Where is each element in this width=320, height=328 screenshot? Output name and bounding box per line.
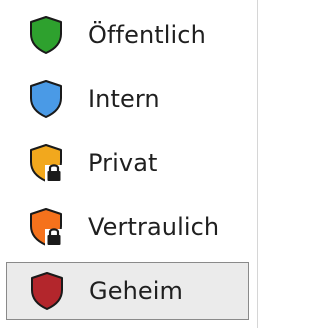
menu-item-label: Privat (88, 149, 158, 177)
shield-lock-orange-icon (28, 143, 64, 183)
menu-item-geheim[interactable]: Geheim (6, 262, 249, 320)
shield-lock-deep-orange-icon (28, 207, 64, 247)
shield-red-icon (29, 271, 65, 311)
menu-item-vertraulich[interactable]: Vertraulich (6, 198, 249, 256)
menu-item-label: Öffentlich (88, 21, 206, 49)
menu-item-oeffentlich[interactable]: Öffentlich (6, 6, 249, 64)
shield-green-icon (28, 15, 64, 55)
shield-blue-icon (28, 79, 64, 119)
sensitivity-label-menu: Öffentlich Intern Privat Vertraulich Geh… (0, 0, 258, 328)
menu-item-label: Intern (88, 85, 160, 113)
menu-item-intern[interactable]: Intern (6, 70, 249, 128)
menu-item-privat[interactable]: Privat (6, 134, 249, 192)
menu-item-label: Geheim (89, 277, 183, 305)
menu-item-label: Vertraulich (88, 213, 220, 241)
